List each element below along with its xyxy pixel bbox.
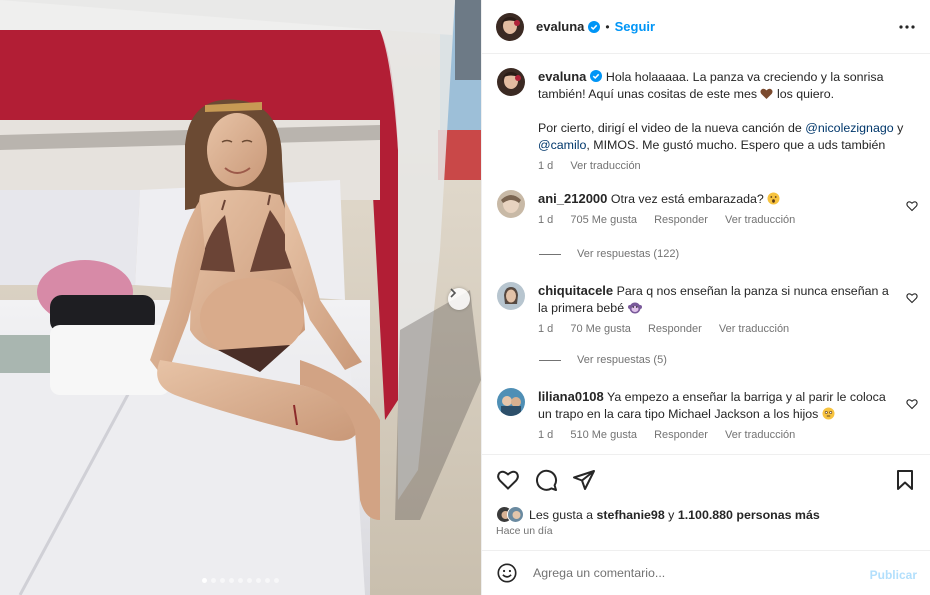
- mention-link[interactable]: @camilo: [538, 138, 586, 152]
- emoji-smiley-icon[interactable]: [496, 562, 518, 584]
- likes-summary[interactable]: Les gusta a stefhanie98 y 1.100.880 pers…: [496, 506, 820, 523]
- comment-item: liliana0108 Ya empezo a enseñar la barri…: [497, 388, 922, 444]
- carousel-dot: [265, 578, 270, 583]
- comment-time: 1 d: [538, 214, 554, 226]
- carousel-dot: [229, 578, 234, 583]
- comment-meta: 1 d 510 Me gusta Responder Ver traducció…: [538, 427, 898, 444]
- translate-button[interactable]: Ver traducción: [719, 323, 789, 335]
- like-comment-heart-icon[interactable]: [906, 398, 918, 410]
- replies-divider: [539, 359, 561, 361]
- like-comment-heart-icon[interactable]: [906, 292, 918, 304]
- reply-button[interactable]: Responder: [654, 214, 708, 226]
- caption-text-3: y: [897, 121, 904, 135]
- translate-button[interactable]: Ver traducción: [725, 214, 795, 226]
- comment-username[interactable]: liliana0108: [538, 389, 604, 404]
- comment-item: chiquitacele Para q nos enseñan la panza…: [497, 282, 922, 338]
- translate-button[interactable]: Ver traducción: [725, 429, 795, 441]
- carousel-dot: [274, 578, 279, 583]
- caption-text-end: los quiero.: [776, 87, 835, 101]
- next-photo-button[interactable]: [448, 288, 470, 310]
- comment-likes[interactable]: 70 Me gusta: [570, 323, 631, 335]
- reply-button[interactable]: Responder: [648, 323, 702, 335]
- chevron-right-icon: [450, 288, 457, 298]
- verified-badge-icon: [588, 20, 601, 33]
- reply-button[interactable]: Responder: [654, 429, 708, 441]
- add-comment-bar: Publicar: [482, 550, 930, 595]
- replies-divider: [539, 253, 561, 255]
- view-replies-button[interactable]: Ver respuestas (5): [539, 354, 667, 366]
- carousel-indicator: [0, 578, 481, 583]
- post-time: Hace un día: [496, 525, 553, 537]
- carousel-dot: [202, 578, 207, 583]
- comment-likes[interactable]: 705 Me gusta: [570, 214, 637, 226]
- likes-prefix: Les gusta a: [529, 507, 594, 522]
- comments-list: evaluna Hola holaaaaa. La panza va creci…: [482, 54, 930, 454]
- more-options-button[interactable]: [897, 17, 917, 37]
- post-detail-panel: evaluna • Seguir evaluna Hola holaaaaa. …: [481, 0, 930, 595]
- beach-photo-illustration: [0, 0, 481, 595]
- commenter-avatar[interactable]: [497, 388, 525, 416]
- follow-button[interactable]: Seguir: [615, 19, 655, 34]
- comment-text: Otra vez está embarazada?: [610, 192, 764, 206]
- post-header: evaluna • Seguir: [482, 0, 930, 54]
- caption-meta: 1 d Ver traducción: [538, 158, 917, 175]
- verified-badge-icon: [590, 70, 603, 82]
- comment-time: 1 d: [538, 429, 554, 441]
- mention-link[interactable]: @nicolezignago: [805, 121, 893, 135]
- monkey-face-icon: [627, 302, 642, 314]
- author-username[interactable]: evaluna: [536, 19, 584, 34]
- comment-input[interactable]: [533, 566, 853, 580]
- commenter-avatar[interactable]: [497, 282, 525, 310]
- brown-heart-icon: [760, 88, 774, 99]
- caption-username[interactable]: evaluna: [538, 69, 586, 84]
- post-caption: evaluna Hola holaaaaa. La panza va creci…: [497, 68, 917, 175]
- flushed-face-icon: [822, 407, 835, 420]
- save-bookmark-icon[interactable]: [893, 468, 917, 492]
- view-replies-button[interactable]: Ver respuestas (122): [539, 248, 679, 260]
- comment-meta: 1 d 70 Me gusta Responder Ver traducción: [538, 321, 898, 338]
- publish-button[interactable]: Publicar: [870, 568, 917, 582]
- comment-item: ani_212000 Otra vez está embarazada? 1 d…: [497, 190, 922, 229]
- avatar-image: [497, 388, 525, 416]
- liker-avatar: [507, 506, 524, 523]
- view-replies-label: Ver respuestas (122): [577, 248, 680, 260]
- translate-button[interactable]: Ver traducción: [570, 160, 640, 172]
- comment-username[interactable]: chiquitacele: [538, 283, 613, 298]
- carousel-dot: [220, 578, 225, 583]
- likes-count[interactable]: 1.100.880 personas más: [678, 508, 820, 522]
- author-avatar[interactable]: [496, 12, 524, 41]
- comment-username[interactable]: ani_212000: [538, 191, 607, 206]
- caption-text-4: , MIMOS. Me gustó mucho. Espero que a ud…: [586, 138, 886, 152]
- avatar-image: [496, 12, 524, 41]
- share-paper-plane-icon[interactable]: [572, 468, 596, 492]
- post-photo: [0, 0, 481, 595]
- surprised-face-icon: [767, 192, 780, 205]
- avatar-image: [497, 68, 525, 96]
- comment-bubble-icon[interactable]: [534, 468, 558, 492]
- caption-avatar[interactable]: [497, 68, 525, 96]
- avatar-image: [497, 282, 525, 310]
- separator-dot: •: [605, 19, 610, 34]
- like-comment-heart-icon[interactable]: [906, 200, 918, 212]
- caption-time: 1 d: [538, 160, 554, 172]
- comment-time: 1 d: [538, 323, 554, 335]
- avatar-image: [497, 190, 525, 218]
- view-replies-label: Ver respuestas (5): [577, 354, 667, 366]
- carousel-dot: [211, 578, 216, 583]
- commenter-avatar[interactable]: [497, 190, 525, 218]
- comment-likes[interactable]: 510 Me gusta: [570, 429, 637, 441]
- more-horizontal-icon: [899, 25, 915, 29]
- post-actions: Les gusta a stefhanie98 y 1.100.880 pers…: [482, 454, 930, 550]
- likes-middle: y: [668, 507, 675, 522]
- carousel-dot: [247, 578, 252, 583]
- carousel-dot: [238, 578, 243, 583]
- liker-username[interactable]: stefhanie98: [597, 508, 665, 522]
- comment-meta: 1 d 705 Me gusta Responder Ver traducció…: [538, 212, 898, 229]
- carousel-dot: [256, 578, 261, 583]
- like-heart-icon[interactable]: [496, 468, 520, 492]
- caption-text-2: Por cierto, dirigí el video de la nueva …: [538, 121, 802, 135]
